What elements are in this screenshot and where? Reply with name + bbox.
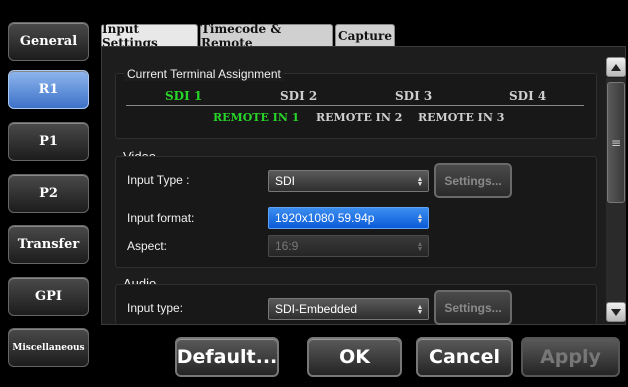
updown-arrows-icon: ▲ ▼ bbox=[416, 241, 424, 253]
nav-gpi-button[interactable]: GPI bbox=[8, 277, 89, 316]
grip-lines-icon: ≡ bbox=[610, 135, 622, 150]
terminal-divider bbox=[126, 105, 584, 106]
updown-arrows-icon: ▲ ▼ bbox=[416, 176, 424, 188]
audio-input-type-value: SDI-Embedded bbox=[275, 302, 358, 316]
video-input-type-value: SDI bbox=[275, 174, 296, 188]
terminal-assignment-section bbox=[115, 73, 597, 139]
audio-settings-button[interactable]: Settings... bbox=[434, 290, 512, 325]
cancel-button[interactable]: Cancel bbox=[416, 337, 513, 377]
video-input-format-value: 1920x1080 59.94p bbox=[275, 211, 375, 225]
default-button[interactable]: Default... bbox=[175, 337, 279, 377]
apply-button: Apply bbox=[521, 337, 620, 377]
terminal-remote-in-2: REMOTE IN 2 bbox=[316, 111, 403, 124]
terminal-sdi-4: SDI 4 bbox=[509, 89, 547, 103]
scroll-up-button[interactable] bbox=[606, 57, 626, 77]
nav-r1-button[interactable]: R1 bbox=[8, 70, 89, 109]
tab-input-settings[interactable]: Input Settings bbox=[101, 22, 198, 50]
terminal-remote-in-3: REMOTE IN 3 bbox=[418, 111, 505, 124]
ok-button[interactable]: OK bbox=[307, 337, 402, 377]
video-input-type-select[interactable]: SDI ▲ ▼ bbox=[268, 170, 429, 192]
nav-p2-button[interactable]: P2 bbox=[8, 174, 89, 213]
updown-arrows-icon: ▲ ▼ bbox=[416, 213, 424, 225]
nav-transfer-button[interactable]: Transfer bbox=[8, 225, 89, 264]
nav-p1-button[interactable]: P1 bbox=[8, 122, 89, 161]
terminal-remote-in-1: REMOTE IN 1 bbox=[213, 111, 300, 124]
video-aspect-label: Aspect: bbox=[127, 239, 168, 253]
triangle-up-icon bbox=[611, 63, 621, 71]
audio-input-type-select[interactable]: SDI-Embedded ▲ ▼ bbox=[268, 298, 429, 320]
tab-capture[interactable]: Capture bbox=[335, 24, 395, 46]
nav-general-button[interactable]: General bbox=[8, 22, 89, 61]
terminal-sdi-3: SDI 3 bbox=[395, 89, 433, 103]
video-aspect-value: 16:9 bbox=[275, 239, 299, 253]
terminal-sdi-1: SDI 1 bbox=[165, 89, 203, 103]
scrollbar-thumb[interactable]: ≡ bbox=[607, 82, 625, 203]
tab-timecode-remote[interactable]: Timecode & Remote bbox=[200, 22, 333, 50]
terminal-assignment-title: Current Terminal Assignment bbox=[124, 67, 284, 81]
video-settings-button[interactable]: Settings... bbox=[434, 163, 512, 198]
audio-input-type-label: Input type: bbox=[127, 301, 184, 315]
nav-miscellaneous-button[interactable]: Miscellaneous bbox=[8, 328, 89, 367]
terminal-sdi-2: SDI 2 bbox=[280, 89, 318, 103]
video-input-format-select[interactable]: 1920x1080 59.94p ▲ ▼ bbox=[268, 207, 429, 229]
video-aspect-select: 16:9 ▲ ▼ bbox=[268, 235, 429, 257]
triangle-down-icon bbox=[611, 308, 621, 316]
scroll-down-button[interactable] bbox=[606, 302, 626, 322]
video-input-format-label: Input format: bbox=[127, 211, 195, 225]
video-input-type-label: Input Type : bbox=[127, 173, 190, 187]
updown-arrows-icon: ▲ ▼ bbox=[416, 304, 424, 316]
